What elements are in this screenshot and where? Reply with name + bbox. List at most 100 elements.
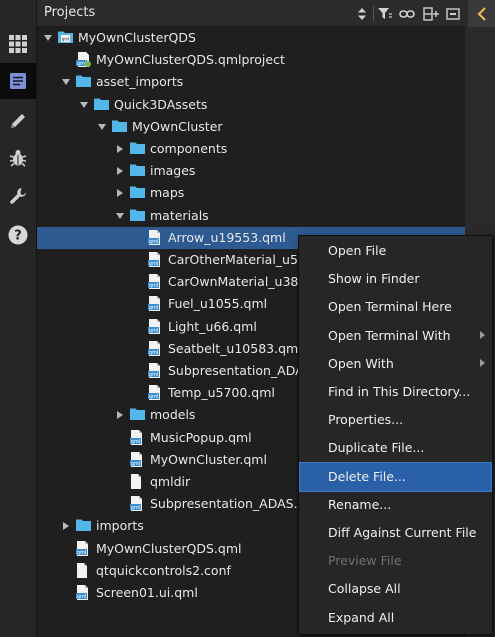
tree-item-label: qmldir [150,474,191,489]
tree-item-label: asset_imports [96,74,184,90]
menu-item-properties[interactable]: Properties... [300,406,491,434]
qml-file-icon: qml [129,451,146,468]
filter-icon[interactable] [376,5,394,22]
qml-file-icon: qml [75,540,92,557]
link-icon[interactable] [398,5,416,22]
close-panel-icon[interactable] [444,5,462,22]
menu-item-diff-against-current-file[interactable]: Diff Against Current File [300,519,491,547]
split-add-icon[interactable] [422,5,440,22]
tree-row[interactable]: qml MyOwnClusterQDS.qmlproject [37,49,465,71]
svg-text:?: ? [14,229,22,244]
tree-row[interactable]: images [37,160,465,182]
svg-text:qml: qml [149,261,158,267]
menu-item-open-terminal-here[interactable]: Open Terminal Here [300,293,491,321]
folder-icon [129,140,146,157]
tree-row[interactable]: Quick3DAssets [37,94,465,116]
menu-item-expand-all[interactable]: Expand All [300,604,491,632]
qml-file-icon: qml [75,584,92,601]
qml-file-icon: qml [129,429,146,446]
folder-icon [93,96,110,113]
menu-item-open-with[interactable]: Open With [300,350,491,378]
tree-item-label: Subpresentation_ADAS.qm [150,496,318,512]
qml-file-icon: qml [147,340,164,357]
tree-item-label: materials [150,207,209,223]
expand-down-arrow-icon[interactable] [96,121,108,133]
document-icon[interactable] [0,63,36,99]
qml-project-file-icon: qml [75,51,92,68]
menu-item-label: Find in This Directory... [328,384,471,399]
svg-text:qml: qml [62,37,70,42]
tree-row[interactable]: qml MyOwnClusterQDS [37,27,465,49]
svg-text:qml: qml [131,461,140,467]
folder-icon [75,517,92,534]
submenu-arrow-icon [480,330,485,339]
tree-item-label: Temp_u5700.qml [168,385,275,401]
help-icon[interactable]: ? [0,217,36,253]
tree-item-label: Quick3DAssets [114,96,208,112]
menu-item-label: Collapse All [328,581,401,597]
tree-item-label: MyOwnClusterQDS.qml [96,540,242,556]
menu-item-label: Show in Finder [328,271,420,287]
expand-down-arrow-icon[interactable] [42,32,54,44]
tree-item-label: imports [96,518,144,534]
expand-right-arrow-icon[interactable] [60,520,72,532]
expand-right-arrow-icon[interactable] [114,409,126,421]
wrench-icon[interactable] [0,178,36,214]
qml-file-icon: qml [147,318,164,335]
mode-bar: ? [0,0,37,637]
tree-item-label: MusicPopup.qml [150,429,252,445]
menu-item-label: Duplicate File... [328,440,425,456]
menu-item-rename[interactable]: Rename... [300,491,491,519]
menu-item-label: Delete File... [328,468,406,484]
folder-icon [111,118,128,135]
svg-text:qml: qml [149,328,158,334]
menu-item-delete-file[interactable]: Delete File... [299,461,492,492]
folder-icon [129,207,146,224]
svg-text:qml: qml [149,239,158,245]
tree-item-label: Fuel_u1055.qml [168,296,268,312]
qml-file-icon: qml [147,273,164,290]
submenu-arrow-icon [480,358,485,367]
tree-item-label: components [150,141,228,156]
svg-text:qml: qml [149,372,158,378]
menu-item-find-in-this-directory[interactable]: Find in This Directory... [300,378,491,406]
expand-right-arrow-icon[interactable] [114,143,126,155]
tree-row[interactable]: maps [37,182,465,204]
tree-item-label: Arrow_u19553.qml [168,229,286,245]
menu-item-collapse-all[interactable]: Collapse All [300,575,491,603]
pencil-icon[interactable] [0,103,36,139]
qml-file-icon: qml [147,251,164,268]
tree-item-label: Subpresentation_ADAS [168,363,312,378]
tree-item-label: maps [150,185,185,201]
menu-item-label: Open Terminal Here [328,299,452,315]
bug-icon[interactable] [0,140,36,176]
menu-item-show-in-finder[interactable]: Show in Finder [300,265,491,293]
expand-down-arrow-icon[interactable] [78,99,90,111]
tree-row[interactable]: asset_imports [37,71,465,93]
menu-item-label: Properties... [328,412,404,428]
tree-row[interactable]: materials [37,205,465,227]
collapse-arrow-icon[interactable] [468,0,495,27]
context-menu: Open File Show in Finder Open Terminal Her… [298,235,493,635]
menu-item-label: Diff Against Current File [328,525,477,540]
expand-right-arrow-icon[interactable] [114,165,126,177]
menu-item-label: Preview File [328,553,402,569]
expand-down-arrow-icon[interactable] [60,76,72,88]
grid-icon[interactable] [0,26,36,62]
svg-text:qml: qml [77,61,86,67]
svg-text:qml: qml [149,283,158,289]
menu-item-open-terminal-with[interactable]: Open Terminal With [300,322,491,350]
project-folder-icon: qml [57,29,74,46]
expand-down-arrow-icon[interactable] [114,210,126,222]
expand-right-arrow-icon[interactable] [114,187,126,199]
menu-item-duplicate-file[interactable]: Duplicate File... [300,434,491,462]
file-icon [75,562,92,579]
tree-row[interactable]: MyOwnCluster [37,116,465,138]
svg-text:qml: qml [131,505,140,511]
projects-header: Projects [37,0,465,27]
sort-arrows-icon[interactable] [353,5,371,22]
tree-item-label: Seatbelt_u10583.qml [168,340,302,356]
menu-item-label: Rename... [328,496,392,512]
menu-item-open-file[interactable]: Open File [300,237,491,265]
tree-row[interactable]: components [37,138,465,160]
